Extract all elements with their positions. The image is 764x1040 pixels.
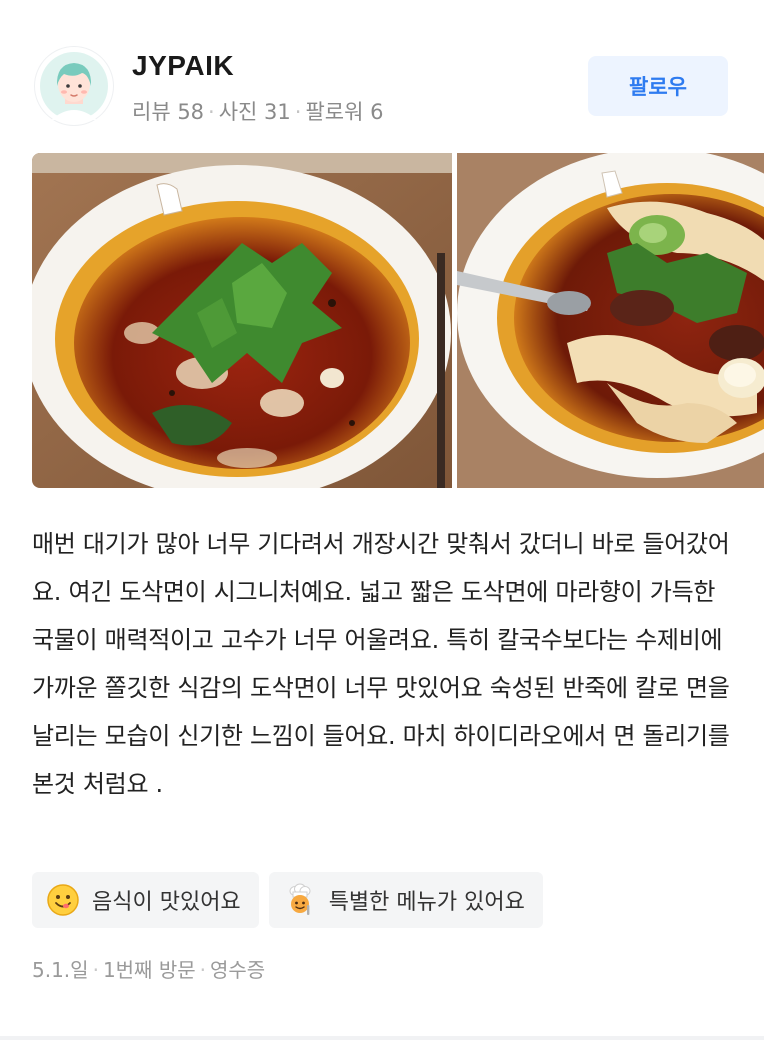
visit-date: 5.1.일 <box>32 958 89 982</box>
avatar-icon <box>40 52 108 120</box>
review-text: 매번 대기가 많아 너무 기다려서 개장시간 맞춰서 갔더니 바로 들어갔어요.… <box>32 530 730 798</box>
separator-dot: · <box>92 958 99 982</box>
tag-special-menu[interactable]: 특별한 메뉴가 있어요 <box>268 872 543 928</box>
tag-label: 특별한 메뉴가 있어요 <box>328 890 525 915</box>
review-tags: 음식이 맛있어요 특별한 메뉴가 있어요 <box>32 872 543 928</box>
photo-count: 사진 31 <box>218 100 291 124</box>
tag-label: 음식이 맛있어요 <box>92 890 241 915</box>
chef-icon <box>289 883 311 915</box>
user-avatar[interactable] <box>34 46 114 126</box>
divider <box>0 1036 764 1040</box>
username[interactable]: JYPAIK <box>132 50 234 82</box>
receipt-verification: 영수증 <box>209 958 266 982</box>
review-count: 리뷰 58 <box>132 100 205 124</box>
review-photo-2[interactable] <box>457 153 764 488</box>
review-photo-1[interactable] <box>32 153 452 488</box>
tag-tasty-food[interactable]: 음식이 맛있어요 <box>32 872 259 928</box>
spicy-noodle-soup-photo-icon <box>32 153 452 488</box>
user-stats: 리뷰 58 · 사진 31 · 팔로워 6 <box>132 96 383 126</box>
separator-dot: · <box>208 100 215 124</box>
separator-dot: · <box>294 100 302 124</box>
yum-face-icon <box>47 884 79 916</box>
photo-carousel[interactable] <box>32 153 764 488</box>
review-header: JYPAIK 리뷰 58 · 사진 31 · 팔로워 6 팔로우 <box>34 46 734 128</box>
beef-noodle-soup-photo-icon <box>457 153 764 488</box>
follow-button[interactable]: 팔로우 <box>588 56 728 116</box>
separator-dot: · <box>199 958 206 982</box>
follower-count: 팔로워 6 <box>305 100 384 124</box>
visit-meta: 5.1.일 · 1번째 방문 · 영수증 <box>32 954 265 983</box>
visit-count: 1번째 방문 <box>102 958 196 982</box>
